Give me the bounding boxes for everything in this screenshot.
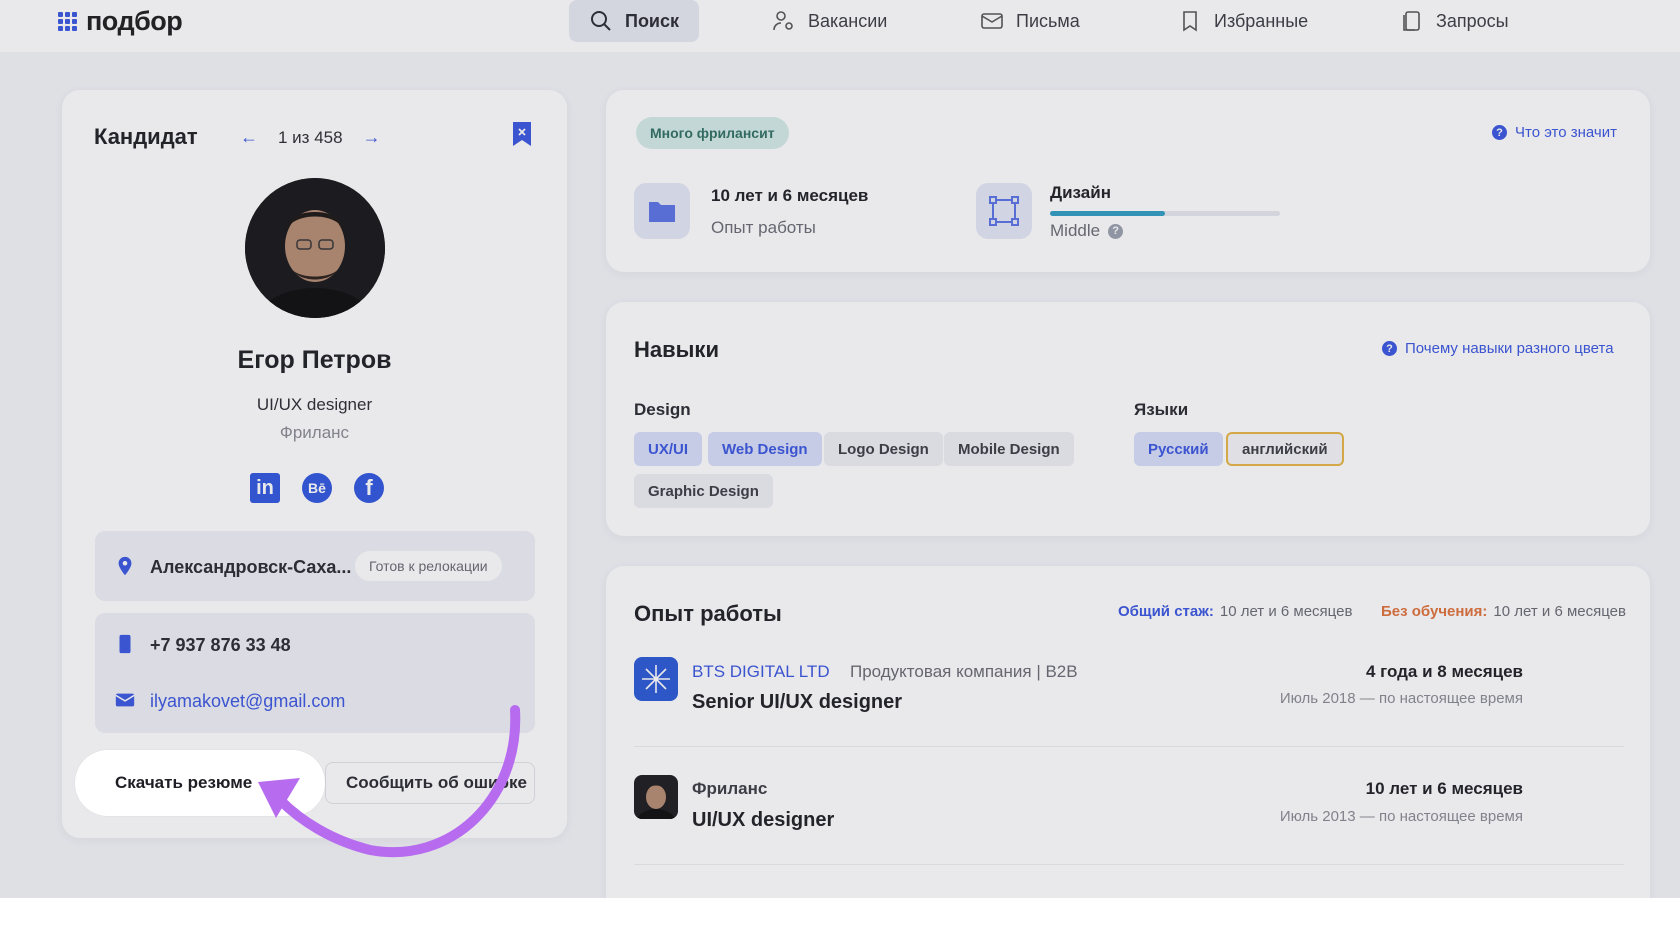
- total-experience: Общий стаж: 10 лет и 6 месяцев: [1118, 603, 1352, 620]
- nav-requests[interactable]: Запросы: [1380, 0, 1529, 42]
- avatar: [245, 178, 385, 318]
- app-root: подбор Поиск Вакансии Письма Избранные З…: [0, 0, 1680, 898]
- folder-icon: [649, 202, 675, 222]
- specialization-level-label: Middle: [1050, 221, 1101, 240]
- candidate-name: Егор Петров: [237, 346, 392, 374]
- no-education-value: 10 лет и 6 месяцев: [1493, 603, 1626, 620]
- job-company: Фриланс: [692, 779, 768, 798]
- linkedin-icon[interactable]: in: [250, 473, 280, 503]
- design-group-title: Design: [634, 400, 691, 419]
- candidate-card-title: Кандидат: [94, 124, 198, 149]
- skill-chip[interactable]: UX/UI: [634, 432, 703, 466]
- logo-text: подбор: [86, 6, 183, 36]
- experience-value: 10 лет и 6 месяцев: [711, 186, 869, 205]
- arrow-right-icon[interactable]: →: [363, 127, 381, 148]
- nav-requests-label: Запросы: [1436, 10, 1509, 31]
- job-title: UI/UX designer: [692, 809, 835, 831]
- arrow-left-icon[interactable]: ←: [240, 127, 258, 148]
- company-logo: [634, 775, 678, 819]
- facebook-icon[interactable]: f: [354, 473, 384, 503]
- highlight-arrow-icon: [258, 705, 521, 858]
- search-icon: [591, 11, 611, 31]
- skill-chip[interactable]: Logo Design: [824, 432, 943, 466]
- experience-tile: [634, 183, 690, 239]
- job-title: Senior UI/UX designer: [692, 691, 903, 713]
- frame-icon: [989, 196, 1019, 226]
- nav-favorites[interactable]: Избранные: [1158, 0, 1328, 42]
- company-logo: [634, 657, 678, 701]
- skill-chip[interactable]: Graphic Design: [634, 474, 773, 508]
- job-company-link[interactable]: BTS DIGITAL LTD: [692, 662, 830, 682]
- social-links: in Bē f: [250, 473, 384, 503]
- relocation-badge: Готов к релокации: [355, 551, 502, 581]
- nav-favorites-label: Избранные: [1214, 10, 1309, 31]
- job-company-meta: Продуктовая компания | B2B: [850, 662, 1078, 681]
- bookmark-remove-icon[interactable]: [513, 122, 531, 146]
- skills-colors-link[interactable]: ? Почему навыки разного цвета: [1382, 340, 1614, 357]
- skill-chip[interactable]: Mobile Design: [944, 432, 1074, 466]
- help-icon: ?: [1382, 341, 1397, 356]
- divider: [634, 864, 1624, 865]
- total-experience-label: Общий стаж:: [1118, 603, 1214, 620]
- nav-letters-label: Письма: [1016, 10, 1080, 31]
- job-period: Июль 2013 — по настоящее время: [1279, 808, 1523, 825]
- specialization-progress-fill: [1050, 211, 1165, 216]
- nav-search-label: Поиск: [625, 10, 680, 31]
- nav-vacancies[interactable]: Вакансии: [752, 0, 907, 42]
- level-help-icon[interactable]: ?: [1108, 223, 1124, 239]
- pager-counter: 1 из 458: [278, 127, 343, 147]
- starburst-logo-icon: [642, 665, 670, 693]
- no-education-label: Без обучения:: [1381, 603, 1488, 620]
- phone-number[interactable]: +7 937 876 33 48: [150, 635, 291, 656]
- language-chip[interactable]: Русский: [1134, 432, 1223, 466]
- candidate-employment: Фриланс: [279, 423, 350, 442]
- experience-label: Опыт работы: [711, 218, 816, 237]
- languages-group-title: Языки: [1134, 400, 1189, 419]
- freelancer-tag: Много фрилансит: [636, 117, 789, 149]
- what-it-means-link[interactable]: ? Что это значит: [1492, 124, 1617, 141]
- freelance-avatar: [636, 785, 676, 819]
- logo[interactable]: подбор: [58, 6, 183, 37]
- job-duration: 10 лет и 6 месяцев: [1365, 779, 1523, 798]
- divider: [634, 746, 1624, 747]
- documents-icon: [1403, 11, 1420, 31]
- user-gear-icon: [773, 11, 793, 31]
- logo-grid-icon: [58, 11, 78, 32]
- nav-letters[interactable]: Письма: [960, 0, 1100, 42]
- total-experience-value: 10 лет и 6 месяцев: [1219, 603, 1353, 620]
- skills-title: Навыки: [634, 337, 719, 362]
- job-period: Июль 2018 — по настоящее время: [1279, 690, 1523, 707]
- candidate-pager: ← 1 из 458 →: [240, 127, 381, 148]
- specialization-level: Middle ?: [1050, 221, 1124, 241]
- behance-icon[interactable]: Bē: [302, 473, 332, 503]
- skill-chip[interactable]: Web Design: [708, 432, 822, 466]
- email-icon: [115, 693, 135, 707]
- experience-title: Опыт работы: [634, 601, 782, 626]
- specialization-progress: [1050, 211, 1280, 216]
- help-icon: ?: [1492, 125, 1507, 140]
- location-text: Александровск-Саха...: [150, 557, 352, 577]
- what-it-means-label: Что это значит: [1515, 124, 1617, 141]
- nav-vacancies-label: Вакансии: [808, 10, 888, 31]
- no-education-experience: Без обучения: 10 лет и 6 месяцев: [1381, 603, 1626, 620]
- bookmark-icon: [1183, 11, 1197, 32]
- candidate-role: UI/UX designer: [256, 395, 373, 414]
- location-pin-icon: [118, 556, 132, 576]
- job-duration: 4 года и 8 месяцев: [1365, 662, 1523, 681]
- phone-icon: [119, 634, 131, 654]
- top-navigation: подбор Поиск Вакансии Письма Избранные З…: [0, 0, 1680, 52]
- specialization-tile: [976, 183, 1032, 239]
- skills-colors-label: Почему навыки разного цвета: [1405, 340, 1614, 357]
- avatar-portrait: [245, 178, 385, 318]
- mail-icon: [981, 13, 1003, 29]
- language-chip[interactable]: английский: [1226, 432, 1344, 466]
- nav-search[interactable]: Поиск: [569, 0, 700, 42]
- specialization-name: Дизайн: [1050, 183, 1111, 202]
